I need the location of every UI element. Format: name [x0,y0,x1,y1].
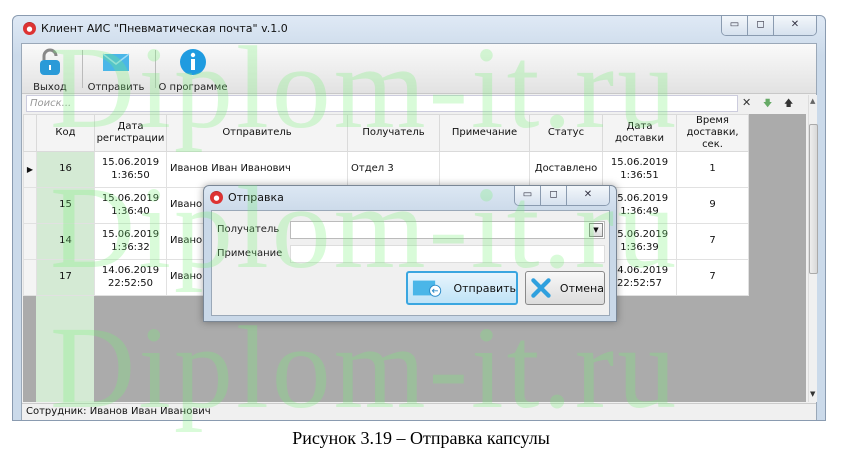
cell-reg: 15.06.2019 1:36:50 [94,151,167,188]
column-header-note[interactable]: Примечание [439,114,530,152]
send-label: Отправить [87,82,145,93]
cell-sender: Иванов Иван Иванович [166,151,348,188]
column-header-sender[interactable]: Отправитель [166,114,348,152]
app-icon [210,191,223,204]
note-label: Примечание [217,248,283,259]
dialog-cancel-label: Отмена [559,281,604,295]
column-header-status[interactable]: Статус [529,114,603,152]
column-header-time[interactable]: Время доставки, сек. [676,114,749,152]
cell-deliv: 15.06.2019 1:36:51 [602,151,677,188]
cell-deliv-line: 1:36:51 [620,169,659,181]
cell-reg-line: 15.06.2019 [101,229,160,240]
cell-deliv-line: 15.06.2019 [610,157,669,168]
window-controls: ▭ ◻ ✕ [721,16,817,36]
info-icon [180,49,206,75]
toolbar: Выход Отправить О программе [22,44,816,94]
cell-time: 1 [676,151,749,188]
cell-kod: 14 [36,223,95,260]
dialog-title: Отправка [228,191,284,204]
search-next-button[interactable]: 🡇 [763,96,772,112]
dialog-close-button[interactable]: ✕ [567,186,609,205]
maximize-button[interactable]: ◻ [748,16,774,35]
cancel-x-icon [531,278,551,298]
chevron-down-icon[interactable]: ▼ [589,223,603,237]
cell-reg: 15.06.2019 1:36:32 [94,223,167,260]
close-button[interactable]: ✕ [774,16,816,35]
scrollbar-thumb[interactable] [809,124,818,274]
scroll-up-icon[interactable]: ▲ [810,97,815,105]
minimize-button[interactable]: ▭ [722,16,748,35]
dialog-cancel-button[interactable]: Отмена [525,271,605,305]
cell-time: 9 [676,187,749,224]
unlock-icon [40,48,60,75]
column-header-kod[interactable]: Код [36,114,95,152]
row-indicator [23,223,37,260]
envelope-icon [102,53,130,71]
send-button[interactable]: Отправить [86,48,146,93]
cell-reg-line: 15.06.2019 [101,193,160,204]
cell-reg-line: 1:36:50 [111,169,150,181]
current-row-indicator-icon: ▶ [23,151,37,188]
column-header-reg[interactable]: Дата регистрации [94,114,167,152]
dialog-minimize-button[interactable]: ▭ [515,186,541,205]
figure-caption: Рисунок 3.19 – Отправка капсулы [292,428,550,448]
exit-label: Выход [33,82,67,93]
title-bar: Клиент АИС "Пневматическая почта" v.1.0 [23,22,288,35]
row-indicator-header [23,114,37,152]
about-button[interactable]: О программе [158,48,228,93]
column-header-recipient[interactable]: Получатель [347,114,440,152]
cell-reg-line: 15.06.2019 [101,157,160,168]
dialog-maximize-button[interactable]: ◻ [541,186,567,205]
send-envelope-icon [412,280,442,297]
about-label: О программе [158,82,228,93]
cell-reg-line: 1:36:32 [111,241,150,253]
row-indicator [23,259,37,296]
recipient-label: Получатель [217,224,280,235]
search-prev-button[interactable]: 🡅 [784,96,793,112]
note-input[interactable] [290,245,605,263]
app-icon [23,22,36,35]
cell-reg-line: 1:36:40 [111,205,150,217]
recipient-combobox[interactable]: ▼ [290,221,605,239]
dialog-send-button[interactable]: Отправить [406,271,518,305]
dialog-content: Получатель ▼ Примечание Отправить Отмена [211,210,610,316]
cell-reg: 14.06.2019 22:52:50 [94,259,167,296]
cell-reg-line: 14.06.2019 [101,265,160,276]
dialog-window-controls: ▭ ◻ ✕ [514,186,610,206]
cell-time: 7 [676,223,749,260]
dialog-send-label: Отправить [453,281,516,295]
cell-kod: 15 [36,187,95,224]
cell-reg-line: 22:52:50 [108,277,153,289]
cell-reg: 15.06.2019 1:36:40 [94,187,167,224]
search-input[interactable]: Поиск... [26,95,738,112]
status-bar: Сотрудник: Иванов Иван Иванович [22,403,816,420]
cell-recipient: Отдел 3 [347,151,440,188]
dialog-title-bar: Отправка [210,191,284,204]
cell-time: 7 [676,259,749,296]
cell-status: Доставлено [529,151,603,188]
clear-search-button[interactable]: ✕ [742,96,751,109]
send-dialog: Отправка ▭ ◻ ✕ Получатель ▼ Примечание О… [203,185,617,322]
cell-kod: 17 [36,259,95,296]
row-indicator [23,187,37,224]
column-header-deliv[interactable]: Дата доставки [602,114,677,152]
scroll-down-icon[interactable]: ▼ [810,390,815,398]
cell-kod: 16 [36,151,95,188]
window-title: Клиент АИС "Пневматическая почта" v.1.0 [41,22,288,35]
exit-button[interactable]: Выход [28,48,72,93]
cell-note [439,151,530,188]
table-row[interactable]: ▶ 16 15.06.2019 1:36:50 Иванов Иван Иванович… [23,151,749,188]
